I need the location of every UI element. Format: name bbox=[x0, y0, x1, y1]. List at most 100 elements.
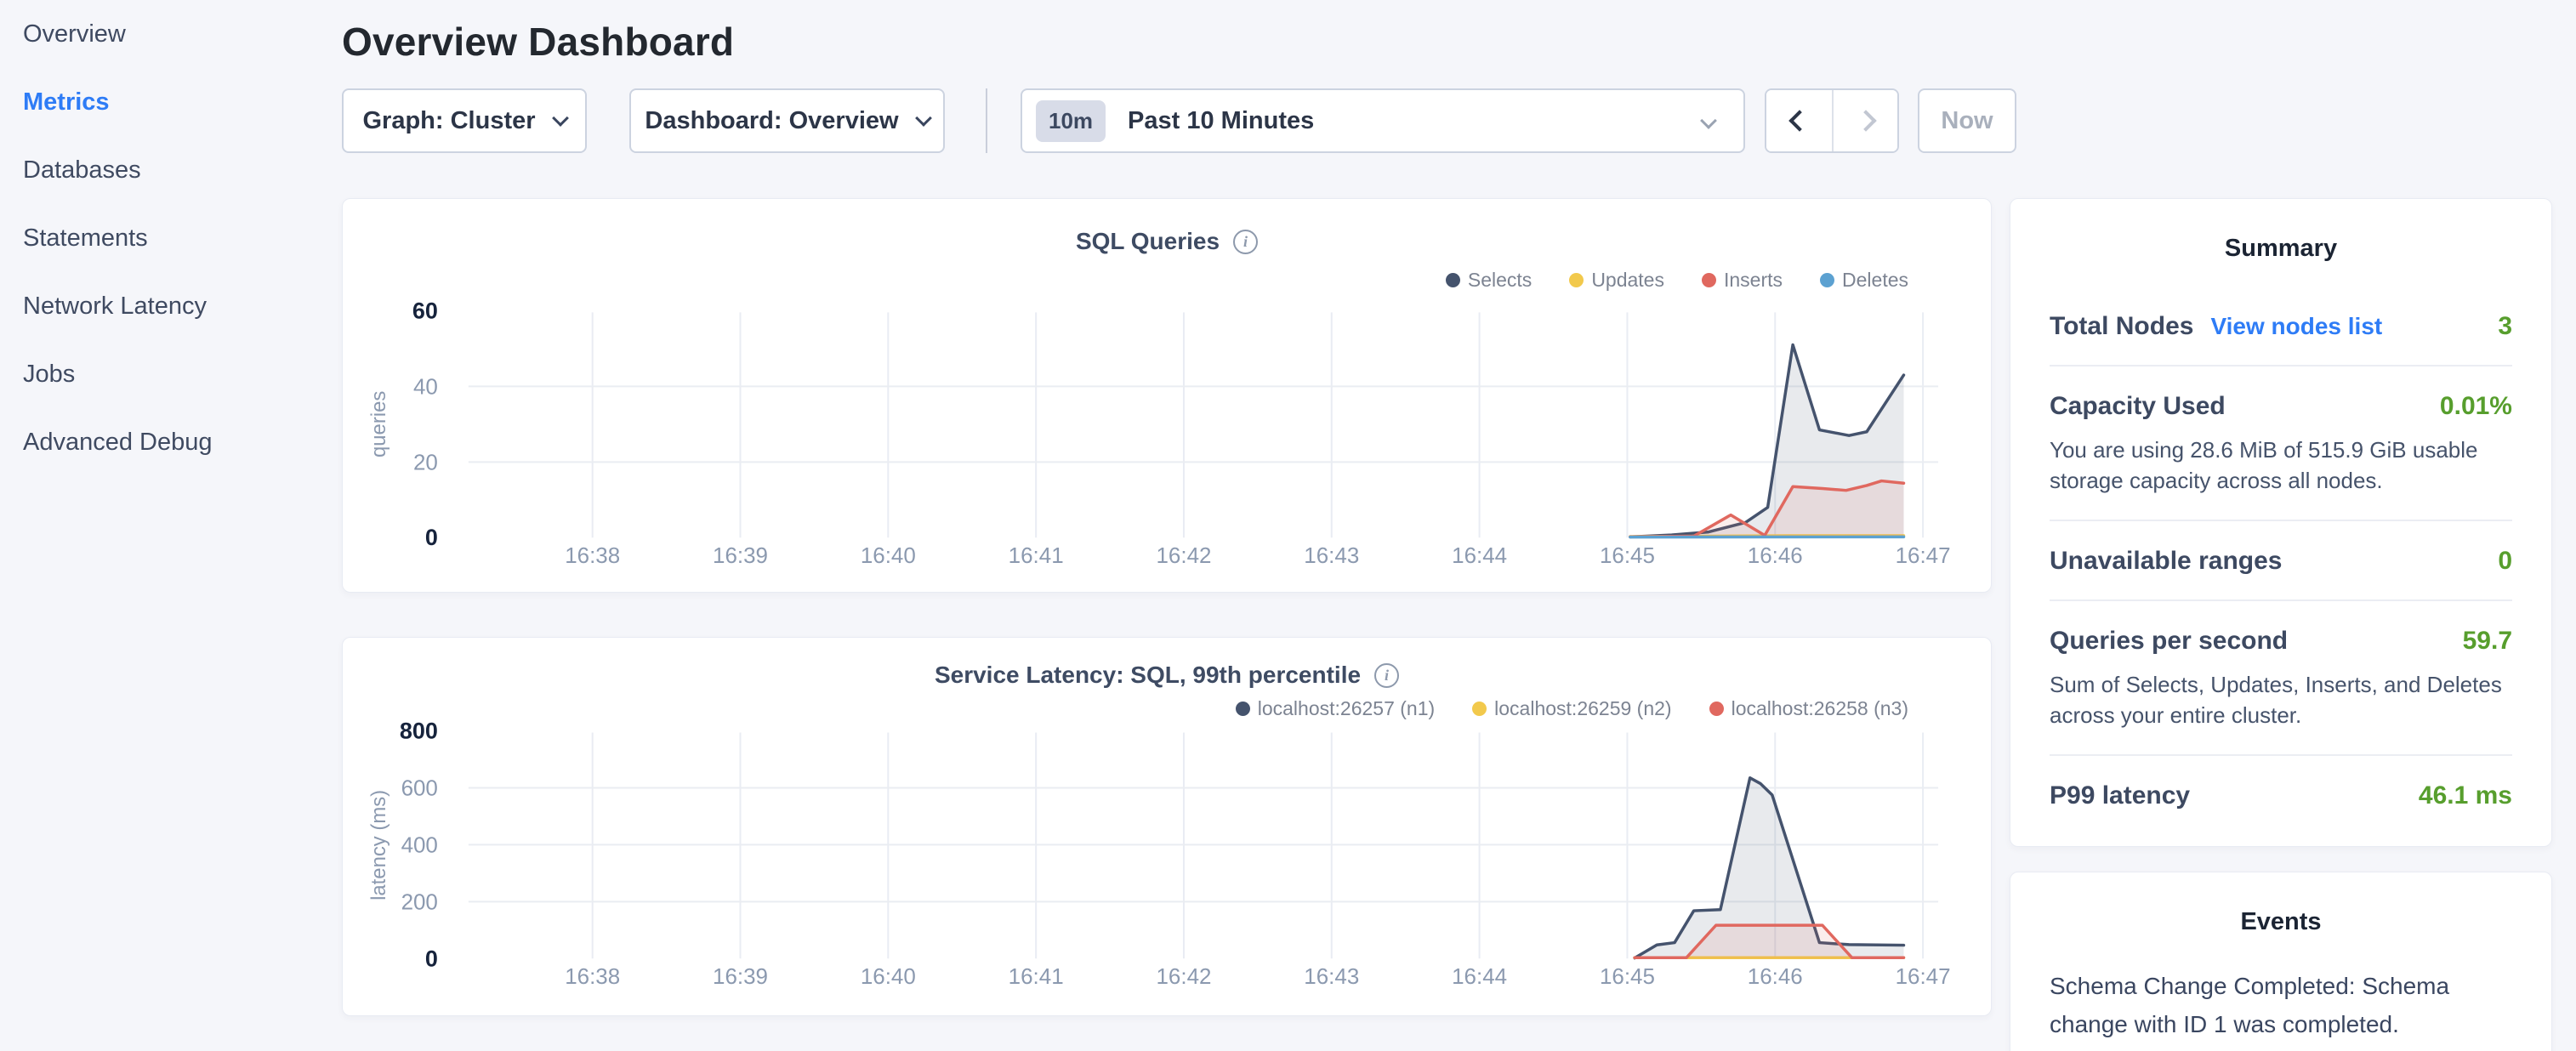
graph-dropdown-label: Graph: Cluster bbox=[362, 107, 535, 135]
time-range-picker[interactable]: 10m Past 10 Minutes bbox=[1021, 88, 1745, 153]
page-title: Overview Dashboard bbox=[342, 19, 2552, 65]
summary-rows: Total Nodes View nodes list 3 Capacity U… bbox=[2050, 280, 2512, 834]
sql-queries-card: SQL Queries i Selects Updates bbox=[342, 198, 1992, 593]
toolbar: Graph: Cluster Dashboard: Overview 10m P… bbox=[342, 88, 2552, 153]
svg-text:600: 600 bbox=[401, 776, 438, 800]
time-range-label: Past 10 Minutes bbox=[1128, 107, 1314, 135]
svg-text:16:39: 16:39 bbox=[713, 965, 768, 989]
chevron-right-icon bbox=[1855, 110, 1876, 131]
svg-text:16:45: 16:45 bbox=[1600, 544, 1655, 568]
info-icon[interactable]: i bbox=[1374, 663, 1399, 688]
legend-label: Inserts bbox=[1724, 269, 1783, 292]
svg-text:16:44: 16:44 bbox=[1452, 544, 1507, 568]
legend-item[interactable]: Selects bbox=[1446, 269, 1532, 292]
now-button[interactable]: Now bbox=[1918, 88, 2016, 153]
legend-dot bbox=[1446, 273, 1460, 287]
chevron-down-icon bbox=[552, 110, 569, 127]
right-column: Summary Total Nodes View nodes list 3 Ca… bbox=[2010, 198, 2552, 1051]
info-icon[interactable]: i bbox=[1233, 230, 1258, 254]
legend-item[interactable]: localhost:26258 (n3) bbox=[1709, 697, 1908, 720]
svg-text:60: 60 bbox=[412, 298, 438, 323]
time-prev-button[interactable] bbox=[1766, 90, 1832, 151]
summary-row-total-nodes: Total Nodes View nodes list 3 bbox=[2050, 280, 2512, 366]
sidebar-item-databases[interactable]: Databases bbox=[0, 136, 342, 204]
chart-legend: localhost:26257 (n1) localhost:26259 (n2… bbox=[343, 697, 1991, 720]
events-panel: Events Schema Change Completed: Schema c… bbox=[2010, 872, 2552, 1051]
legend-label: Selects bbox=[1468, 269, 1532, 292]
svg-text:16:46: 16:46 bbox=[1748, 965, 1803, 989]
time-next-button[interactable] bbox=[1832, 90, 1897, 151]
summary-value: 59.7 bbox=[2463, 627, 2512, 656]
page: Overview Metrics Databases Statements Ne… bbox=[0, 0, 2576, 1051]
sidebar: Overview Metrics Databases Statements Ne… bbox=[0, 0, 342, 1051]
legend-item[interactable]: Deletes bbox=[1820, 269, 1908, 292]
svg-text:16:38: 16:38 bbox=[565, 544, 620, 568]
summary-row-capacity-used: Capacity Used 0.01% You are using 28.6 M… bbox=[2050, 366, 2512, 521]
sidebar-item-jobs[interactable]: Jobs bbox=[0, 340, 342, 408]
svg-text:16:44: 16:44 bbox=[1452, 965, 1507, 989]
chart-header: SQL Queries i bbox=[343, 228, 1991, 255]
sql-queries-chart[interactable]: 16:3816:3916:4016:4116:4216:4316:4416:45… bbox=[343, 199, 1991, 592]
summary-value: 3 bbox=[2498, 312, 2512, 341]
summary-label: Queries per second bbox=[2050, 627, 2288, 656]
sidebar-item-statements[interactable]: Statements bbox=[0, 204, 342, 272]
summary-description: You are using 28.6 MiB of 515.9 GiB usab… bbox=[2050, 435, 2512, 496]
svg-text:16:42: 16:42 bbox=[1156, 544, 1211, 568]
main-content: Overview Dashboard Graph: Cluster Dashbo… bbox=[342, 0, 2576, 1051]
summary-row-queries-per-second: Queries per second 59.7 Sum of Selects, … bbox=[2050, 601, 2512, 756]
legend-label: localhost:26257 (n1) bbox=[1258, 697, 1435, 720]
legend-dot bbox=[1702, 273, 1716, 287]
summary-panel: Summary Total Nodes View nodes list 3 Ca… bbox=[2010, 198, 2552, 847]
legend-label: Updates bbox=[1591, 269, 1664, 292]
svg-text:16:43: 16:43 bbox=[1304, 544, 1359, 568]
svg-text:queries: queries bbox=[367, 391, 390, 457]
summary-value: 0 bbox=[2498, 547, 2512, 576]
sidebar-item-overview[interactable]: Overview bbox=[0, 0, 342, 68]
chart-title: SQL Queries bbox=[1076, 228, 1220, 255]
legend-item[interactable]: Inserts bbox=[1702, 269, 1783, 292]
legend-label: localhost:26258 (n3) bbox=[1732, 697, 1908, 720]
sidebar-item-network-latency[interactable]: Network Latency bbox=[0, 272, 342, 340]
legend-label: localhost:26259 (n2) bbox=[1494, 697, 1671, 720]
svg-text:0: 0 bbox=[425, 946, 438, 971]
svg-text:16:43: 16:43 bbox=[1304, 965, 1359, 989]
legend-item[interactable]: Updates bbox=[1569, 269, 1664, 292]
legend-dot bbox=[1569, 273, 1584, 287]
legend-dot bbox=[1709, 702, 1724, 716]
time-step-buttons bbox=[1765, 88, 1899, 153]
time-range-badge: 10m bbox=[1036, 100, 1106, 142]
svg-text:200: 200 bbox=[401, 890, 438, 914]
summary-label: Total Nodes bbox=[2050, 312, 2193, 341]
legend-item[interactable]: localhost:26257 (n1) bbox=[1236, 697, 1435, 720]
svg-text:16:47: 16:47 bbox=[1896, 965, 1951, 989]
view-nodes-list-link[interactable]: View nodes list bbox=[2210, 313, 2382, 340]
svg-text:16:38: 16:38 bbox=[565, 965, 620, 989]
svg-text:800: 800 bbox=[400, 719, 438, 744]
svg-text:16:41: 16:41 bbox=[1009, 965, 1064, 989]
svg-text:16:39: 16:39 bbox=[713, 544, 768, 568]
svg-text:16:45: 16:45 bbox=[1600, 965, 1655, 989]
charts-column: SQL Queries i Selects Updates bbox=[342, 198, 1992, 1016]
legend-dot bbox=[1820, 273, 1834, 287]
svg-text:16:47: 16:47 bbox=[1896, 544, 1951, 568]
events-title: Events bbox=[2010, 872, 2551, 936]
legend-item[interactable]: localhost:26259 (n2) bbox=[1472, 697, 1671, 720]
summary-row-unavailable-ranges: Unavailable ranges 0 bbox=[2050, 521, 2512, 601]
dashboard-dropdown-label: Dashboard: Overview bbox=[645, 107, 898, 135]
service-latency-chart[interactable]: 16:3816:3916:4016:4116:4216:4316:4416:45… bbox=[343, 638, 1991, 1015]
dashboard-body: SQL Queries i Selects Updates bbox=[342, 198, 2552, 1051]
summary-title: Summary bbox=[2010, 199, 2551, 263]
summary-value: 46.1 ms bbox=[2419, 781, 2512, 810]
service-latency-card: Service Latency: SQL, 99th percentile i … bbox=[342, 637, 1992, 1016]
svg-text:0: 0 bbox=[425, 525, 438, 550]
svg-text:latency (ms): latency (ms) bbox=[367, 790, 390, 900]
toolbar-divider bbox=[986, 88, 987, 153]
graph-dropdown[interactable]: Graph: Cluster bbox=[342, 88, 587, 153]
svg-text:20: 20 bbox=[413, 451, 438, 474]
dashboard-dropdown[interactable]: Dashboard: Overview bbox=[629, 88, 945, 153]
sidebar-item-advanced-debug[interactable]: Advanced Debug bbox=[0, 408, 342, 476]
svg-text:16:40: 16:40 bbox=[861, 965, 916, 989]
sidebar-item-metrics[interactable]: Metrics bbox=[0, 68, 342, 136]
legend-label: Deletes bbox=[1842, 269, 1908, 292]
event-item[interactable]: Schema Change Completed: Schema change w… bbox=[2050, 967, 2512, 1051]
